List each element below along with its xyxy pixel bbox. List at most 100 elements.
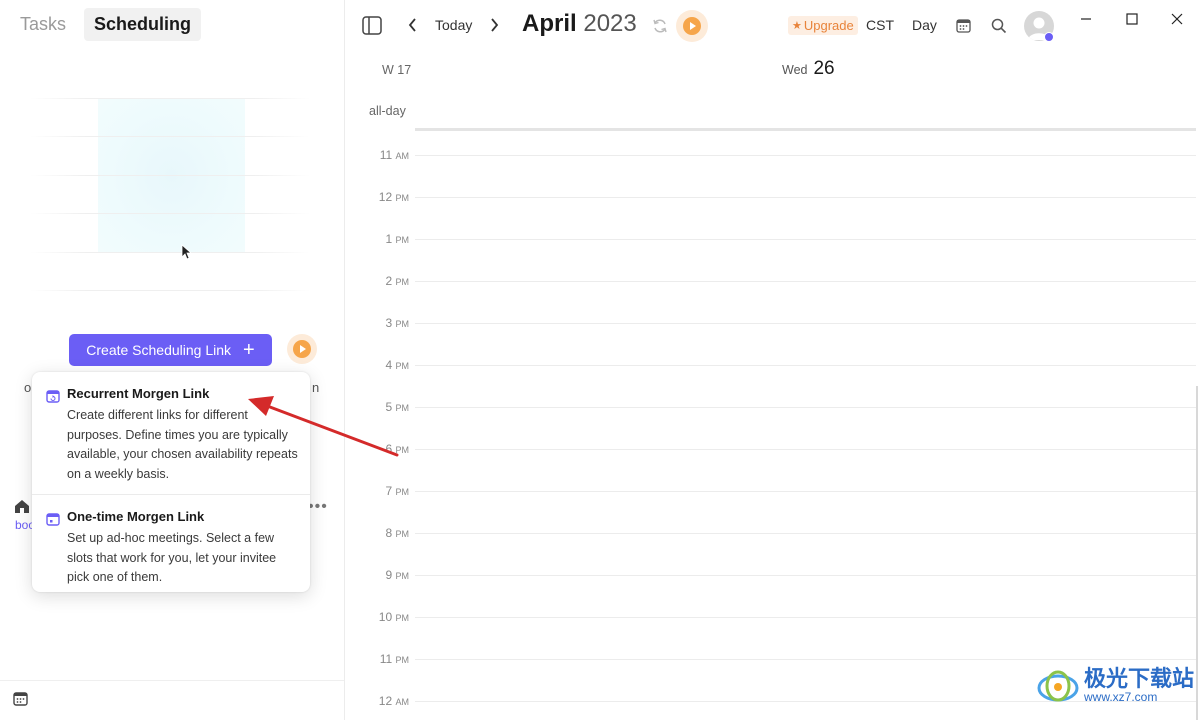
hour-row[interactable]: 11 AM [355,148,1196,162]
hour-label: 3 PM [385,316,409,330]
hour-label: 9 PM [385,568,409,582]
hour-gridline [415,155,1196,156]
hour-meridiem: PM [395,571,410,581]
hour-label: 1 PM [385,232,409,246]
hour-meridiem: PM [395,361,410,371]
tab-tasks[interactable]: Tasks [10,8,76,41]
bottom-divider [0,680,344,681]
menu-item-title: Recurrent Morgen Link [67,386,210,401]
hour-label: 12 AM [379,694,409,708]
close-window-icon[interactable] [1167,10,1187,28]
obscured-text-right: n [312,380,320,395]
hour-number: 10 [378,610,393,624]
hour-row[interactable]: 12 PM [355,190,1196,204]
hour-gridline [415,281,1196,282]
hour-number: 6 [385,442,393,456]
search-icon[interactable] [991,18,1007,39]
hour-label: 7 PM [385,484,409,498]
hour-row[interactable]: 1 PM [355,232,1196,246]
illustration-line [30,98,310,99]
timezone-selector[interactable]: CST [866,17,894,33]
hour-row[interactable]: 8 PM [355,526,1196,540]
minimize-window-icon[interactable] [1076,10,1096,28]
hour-gridline [415,407,1196,408]
tutorial-video-icon[interactable] [676,10,708,42]
hour-meridiem: PM [395,277,410,287]
tutorial-video-icon[interactable] [287,334,317,364]
hour-row[interactable]: 9 PM [355,568,1196,582]
hour-number: 4 [385,358,393,372]
hour-meridiem: PM [395,403,410,413]
hour-number: 5 [385,400,393,414]
more-options-icon[interactable]: ••• [308,498,328,516]
month-label: April [522,10,577,37]
hour-meridiem: PM [395,613,410,623]
scheduling-illustration [30,98,310,293]
sidebar-toggle-icon[interactable] [362,16,382,40]
scrollbar[interactable] [1196,386,1198,720]
calendar-repeat-icon [46,389,60,408]
plus-icon: + [243,339,255,361]
hour-row[interactable]: 3 PM [355,316,1196,330]
watermark-logo: 极光下载站 www.xz7.com [1036,666,1194,706]
week-number-label: W 17 [382,63,412,77]
watermark-swirl-icon [1037,670,1079,702]
hour-gridline [415,533,1196,534]
mouse-cursor-icon [181,244,193,263]
hour-gridline [415,449,1196,450]
today-button[interactable]: Today [435,17,472,33]
calendar-icon[interactable] [13,691,28,711]
hour-number: 3 [385,316,393,330]
hour-row[interactable]: 11 PM [355,652,1196,666]
hour-label: 8 PM [385,526,409,540]
hour-meridiem: PM [395,529,410,539]
refresh-icon[interactable] [652,18,668,39]
all-day-divider [415,128,1196,131]
hour-row[interactable]: 6 PM [355,442,1196,456]
hour-number: 2 [385,274,393,288]
hour-number: 12 [378,694,393,708]
tab-scheduling[interactable]: Scheduling [84,8,202,41]
hour-label: 11 AM [380,148,409,162]
illustration-line [30,252,310,253]
hour-row[interactable]: 4 PM [355,358,1196,372]
view-mode-selector[interactable]: Day [912,17,937,33]
hour-row[interactable]: 5 PM [355,400,1196,414]
hour-meridiem: PM [395,445,410,455]
hour-row[interactable]: 2 PM [355,274,1196,288]
hour-gridline [415,365,1196,366]
hour-row[interactable]: 10 PM [355,610,1196,624]
chevron-left-icon[interactable] [408,18,418,37]
create-scheduling-link-button[interactable]: Create Scheduling Link + [69,334,272,366]
illustration-line [30,213,310,214]
chevron-right-icon[interactable] [489,18,499,37]
day-column-header[interactable]: Wed 26 [782,58,835,80]
day-name: Wed [782,63,808,77]
hour-number: 1 [385,232,393,246]
upgrade-button[interactable]: ★ Upgrade [788,16,858,35]
menu-item-recurrent-link[interactable]: Recurrent Morgen Link Create different l… [32,386,310,486]
calendar-picker-icon[interactable] [956,18,971,38]
menu-item-title: One-time Morgen Link [67,509,205,524]
hour-gridline [415,323,1196,324]
hour-number: 9 [385,568,393,582]
upgrade-label: Upgrade [803,18,854,33]
hour-label: 10 PM [379,610,409,624]
menu-item-description: Set up ad-hoc meetings. Select a few slo… [67,531,277,584]
hour-label: 6 PM [385,442,409,456]
hour-label: 4 PM [385,358,409,372]
hour-meridiem: PM [395,319,410,329]
home-icon[interactable] [14,499,30,519]
hour-number: 12 [378,190,393,204]
star-icon: ★ [792,20,802,32]
obscured-text-left: o [24,380,32,395]
hour-row[interactable]: 7 PM [355,484,1196,498]
menu-item-one-time-link[interactable]: One-time Morgen Link Set up ad-hoc meeti… [32,509,310,584]
hour-gridline [415,491,1196,492]
current-month-title: April 2023 [522,10,637,38]
hour-label: 11 PM [380,652,409,666]
create-link-dropdown-menu: Recurrent Morgen Link Create different l… [32,372,310,592]
maximize-window-icon[interactable] [1122,10,1142,28]
panel-tabs: Tasks Scheduling [10,8,202,41]
hour-meridiem: PM [395,235,410,245]
